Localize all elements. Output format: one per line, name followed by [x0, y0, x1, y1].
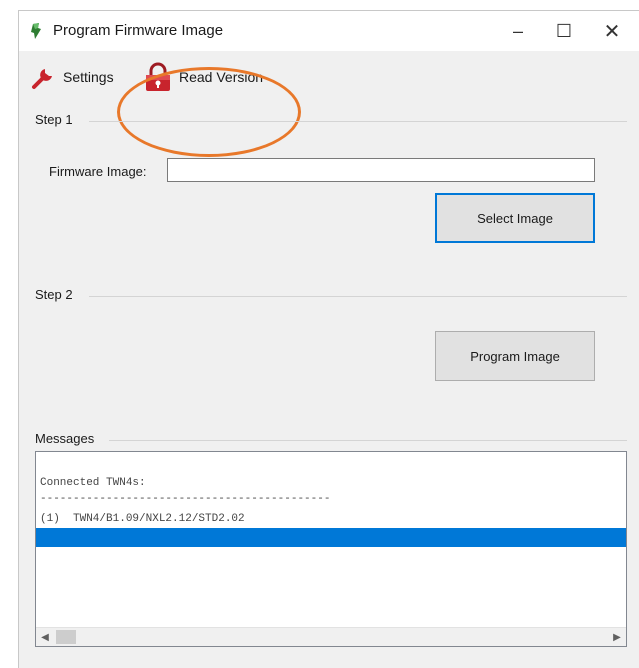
read-version-button[interactable]: Read Version	[143, 59, 263, 95]
message-line: (1) TWN4/B1.09/NXL2.12/STD2.02	[40, 513, 245, 525]
scroll-right-icon[interactable]: ▶	[608, 628, 626, 646]
program-firmware-window: Program Firmware Image – ☐ ✕ Settings Re…	[18, 10, 639, 668]
messages-listbox[interactable]: Connected TWN4s: -----------------------…	[35, 451, 627, 647]
close-button[interactable]: ✕	[589, 11, 635, 51]
padlock-icon	[146, 62, 170, 91]
scroll-left-icon[interactable]: ◀	[36, 628, 54, 646]
app-icon	[31, 23, 41, 39]
select-image-button[interactable]: Select Image	[435, 193, 595, 243]
title-bar: Program Firmware Image – ☐ ✕	[19, 11, 639, 51]
step1-title: Step 1	[35, 112, 73, 127]
step2-title: Step 2	[35, 287, 73, 302]
messages-title: Messages	[35, 431, 95, 446]
message-line: ----------------------------------------…	[40, 493, 331, 505]
toolbar: Settings Read Version	[19, 51, 639, 157]
minimize-button[interactable]: –	[495, 11, 541, 51]
firmware-image-label: Firmware Image:	[49, 164, 147, 179]
horizontal-scrollbar[interactable]: ◀ ▶	[36, 627, 626, 646]
maximize-button[interactable]: ☐	[541, 11, 587, 51]
scroll-thumb[interactable]	[56, 630, 76, 644]
firmware-image-input[interactable]	[167, 158, 595, 182]
messages-divider	[109, 440, 627, 441]
step1-divider	[89, 121, 627, 122]
wrench-icon	[32, 69, 52, 89]
settings-button[interactable]: Settings	[31, 59, 114, 95]
program-image-button[interactable]: Program Image	[435, 331, 595, 381]
settings-label: Settings	[63, 69, 114, 85]
message-line: Connected TWN4s:	[40, 477, 146, 489]
window-title: Program Firmware Image	[53, 22, 224, 39]
step2-divider	[89, 296, 627, 297]
selected-message-row[interactable]	[36, 528, 626, 547]
read-version-label: Read Version	[179, 69, 264, 85]
